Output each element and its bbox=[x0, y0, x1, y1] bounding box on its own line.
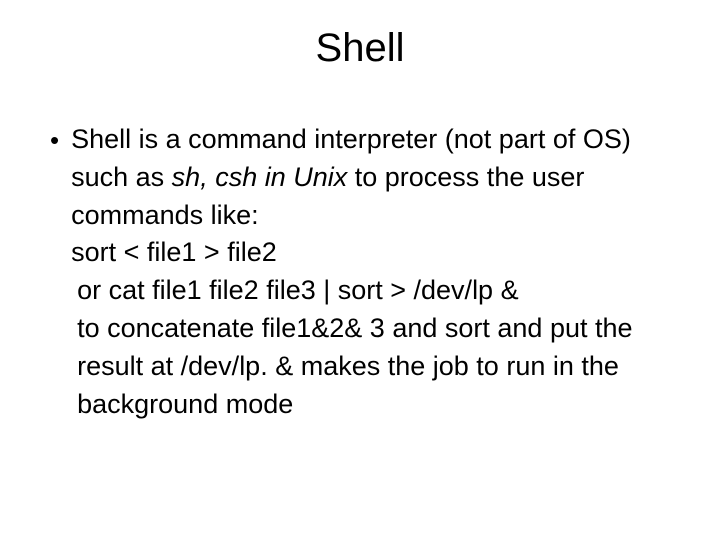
bullet-item: • Shell is a command interpreter (not pa… bbox=[50, 121, 690, 423]
slide: Shell • Shell is a command interpreter (… bbox=[0, 0, 720, 540]
text-line-2: sort < file1 > file2 bbox=[71, 234, 690, 272]
text-line-4: to concatenate file1&2& 3 and sort and p… bbox=[71, 310, 690, 423]
text-line-3: or cat file1 file2 file3 | sort > /dev/l… bbox=[71, 272, 690, 310]
slide-content: • Shell is a command interpreter (not pa… bbox=[30, 121, 690, 423]
bullet-text: Shell is a command interpreter (not part… bbox=[71, 121, 690, 423]
text-line-1: Shell is a command interpreter (not part… bbox=[71, 121, 690, 234]
slide-title: Shell bbox=[30, 26, 690, 71]
bullet-icon: • bbox=[50, 123, 59, 158]
text-italic: sh, csh in Unix bbox=[172, 162, 348, 192]
